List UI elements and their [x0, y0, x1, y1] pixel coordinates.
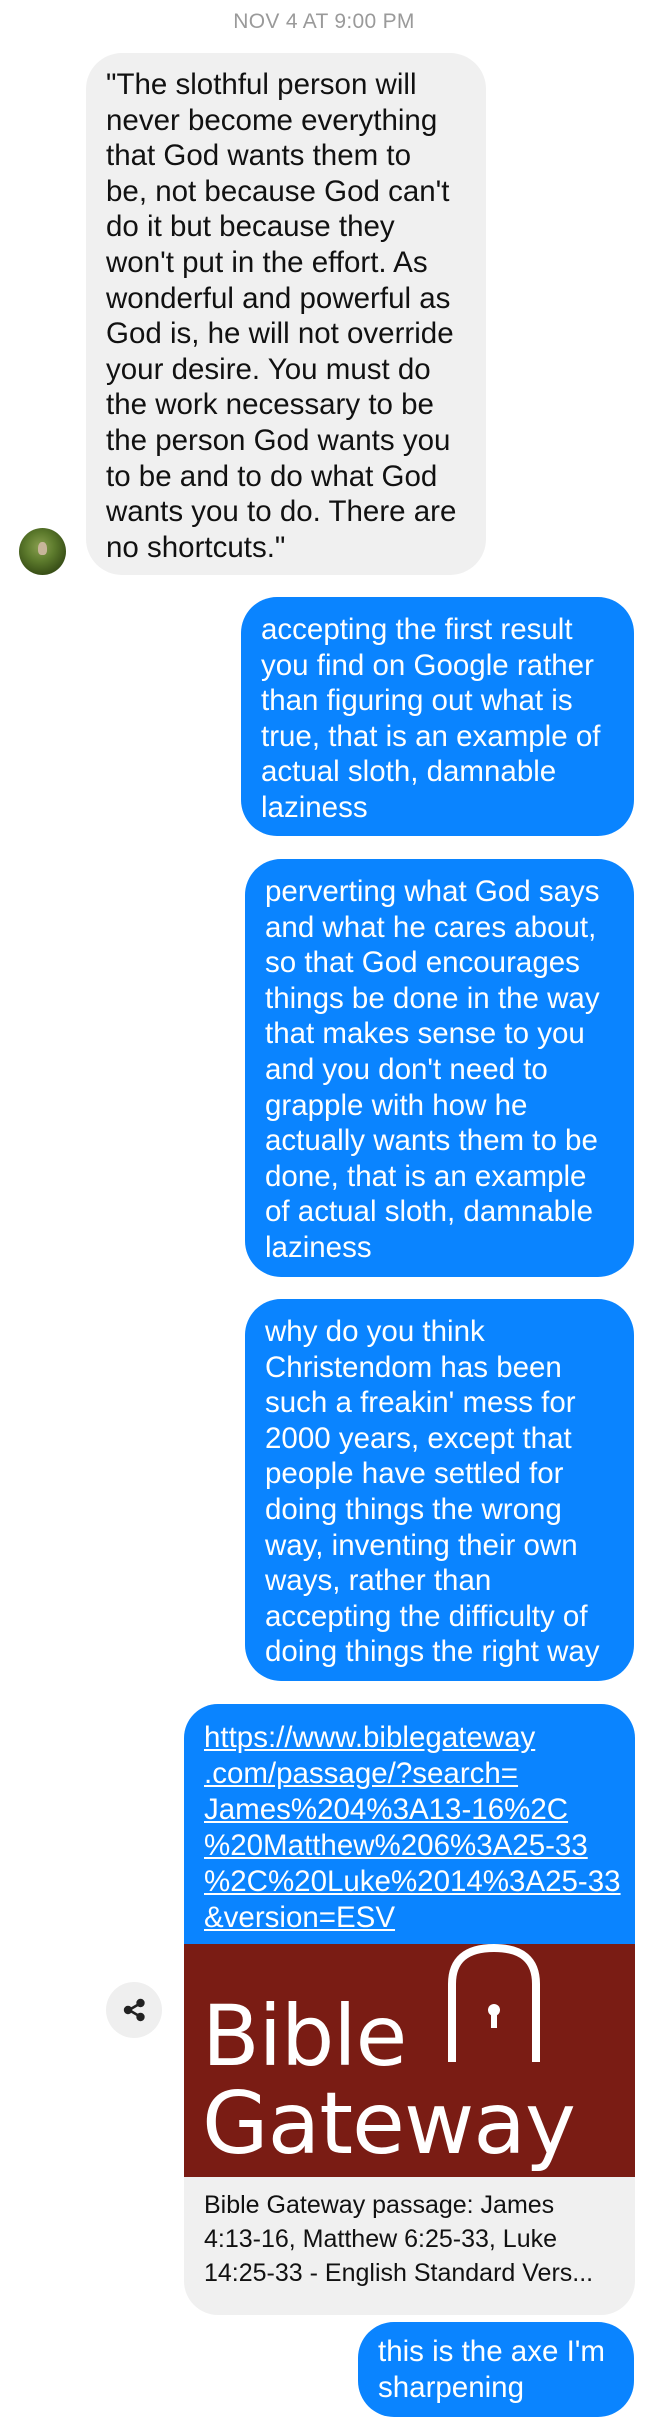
share-button[interactable] — [106, 1982, 162, 2038]
incoming-message[interactable]: "The slothful person will never become e… — [86, 53, 486, 575]
outgoing-message[interactable]: accepting the first result you find on G… — [241, 597, 634, 836]
link-preview-title: Bible Gateway passage: James 4:13-16, Ma… — [204, 2191, 594, 2287]
outgoing-message[interactable]: this is the axe I'm sharpening — [358, 2322, 634, 2417]
link-preview-url-area: https://www.biblegateway .com/passage/?s… — [184, 1704, 635, 1944]
logo-text-bible: Bible — [202, 1987, 407, 2085]
share-icon — [123, 1998, 145, 2022]
message-timestamp: NOV 4 AT 9:00 PM — [233, 10, 415, 33]
logo-text-gateway: Gateway — [202, 2074, 576, 2174]
outgoing-message[interactable]: why do you think Christendom has been su… — [245, 1299, 634, 1681]
link-preview-image[interactable]: Bible Gateway — [184, 1944, 635, 2177]
contact-avatar[interactable] — [19, 528, 66, 575]
link-url[interactable]: https://www.biblegateway .com/passage/?s… — [204, 1720, 624, 1936]
outgoing-message[interactable]: perverting what God says and what he car… — [245, 859, 634, 1277]
link-preview-card[interactable]: https://www.biblegateway .com/passage/?s… — [184, 1704, 635, 2315]
